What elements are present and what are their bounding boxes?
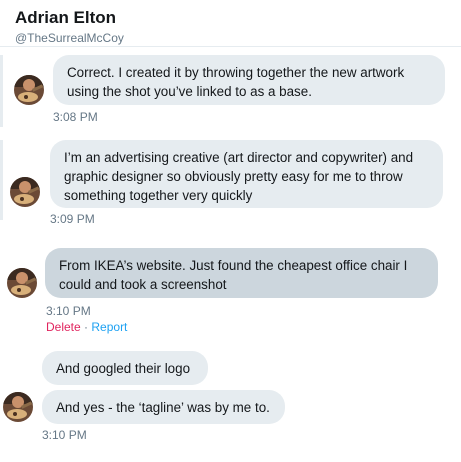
message-bubble[interactable]: Correct. I created it by throwing togeth… [53,55,445,105]
message-timestamp: 3:08 PM [53,110,98,124]
message-group-divider [0,140,3,220]
message-line: And googled their logo [56,361,191,376]
message-bubble[interactable]: I’m an advertising creative (art directo… [50,140,443,208]
message-line: From IKEA’s website. Just found the chea… [59,258,408,273]
delete-link[interactable]: Delete [46,320,81,334]
report-link[interactable]: Report [91,320,127,334]
avatar[interactable] [10,177,40,207]
conversation-header: Adrian Elton @TheSurrealMcCoy [0,0,461,47]
conversation-handle[interactable]: @TheSurrealMcCoy [15,31,124,45]
message-line: something together very quickly [64,188,253,203]
message-bubble[interactable]: From IKEA’s website. Just found the chea… [45,248,438,298]
message-line: I’m an advertising creative (art directo… [64,150,414,165]
message-line: could and took a screenshot [59,277,227,292]
message-line: graphic designer so obviously pretty eas… [64,169,403,184]
message-bubble[interactable]: And googled their logo [42,351,208,385]
message-actions: Delete · Report [46,320,127,334]
avatar[interactable] [7,268,37,298]
message-line: Correct. I created it by throwing togeth… [67,65,405,80]
avatar[interactable] [14,75,44,105]
message-timestamp: 3:10 PM [46,304,91,318]
message-timestamp: 3:10 PM [42,428,87,442]
conversation-title[interactable]: Adrian Elton [15,8,116,28]
message-line: And yes - the ‘tagline’ was by me to. [56,400,270,415]
message-line: using the shot you’ve linked to as a bas… [67,84,312,99]
message-group-divider [0,55,3,127]
avatar-icon [3,392,33,422]
message-timestamp: 3:09 PM [50,212,95,226]
avatar-icon [14,75,44,105]
actions-separator: · [84,320,89,334]
message-bubble[interactable]: And yes - the ‘tagline’ was by me to. [42,390,285,424]
avatar-icon [10,177,40,207]
avatar-icon [7,268,37,298]
avatar[interactable] [3,392,33,422]
